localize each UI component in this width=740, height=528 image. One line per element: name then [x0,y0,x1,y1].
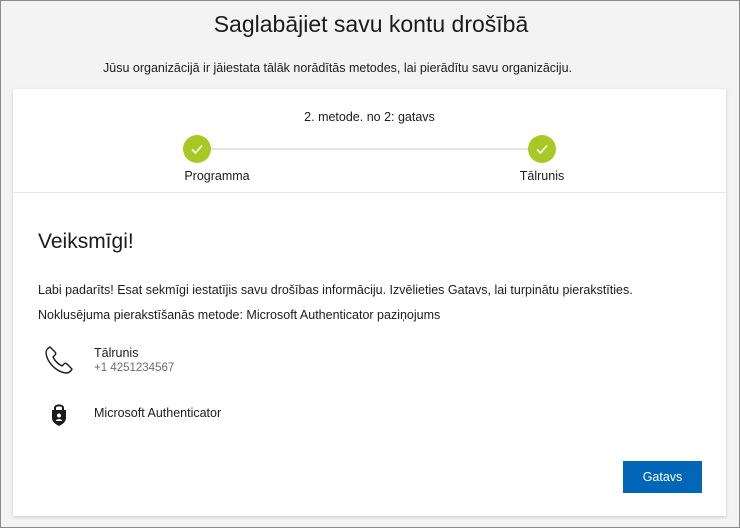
done-button[interactable]: Gatavs [623,461,702,493]
page-title: Saglabājiet savu kontu drošībā [213,11,529,37]
method-name-authenticator: Microsoft Authenticator [94,406,222,420]
method-detail-phone: +1 4251234567 [94,362,175,374]
step-2-label: Tālrunis [519,169,565,183]
progress-track [197,148,543,150]
success-title: Veiksmīgi! [38,230,134,253]
progress-section: 2. metode. no 2: gatavs Programma Tālrun… [13,89,726,193]
security-info-card: 2. metode. no 2: gatavs Programma Tālrun… [13,89,726,516]
step-counter: 2. metode. no 2: gatavs [304,110,435,124]
step-1-label: Programma [184,169,250,183]
success-message: Labi padarīts! Esat sekmīgi iestatījis s… [38,283,633,297]
phone-icon [45,346,73,374]
method-name-phone: Tālrunis [94,346,139,360]
authenticator-lock-icon [52,404,66,426]
page-subtitle: Jūsu organizācijā ir jāiestata tālāk nor… [103,61,573,75]
default-method-text: Noklusējuma pierakstīšanās metode: Micro… [38,308,441,322]
step-1-checkmark-icon [183,135,211,163]
step-2-checkmark-icon [528,135,556,163]
